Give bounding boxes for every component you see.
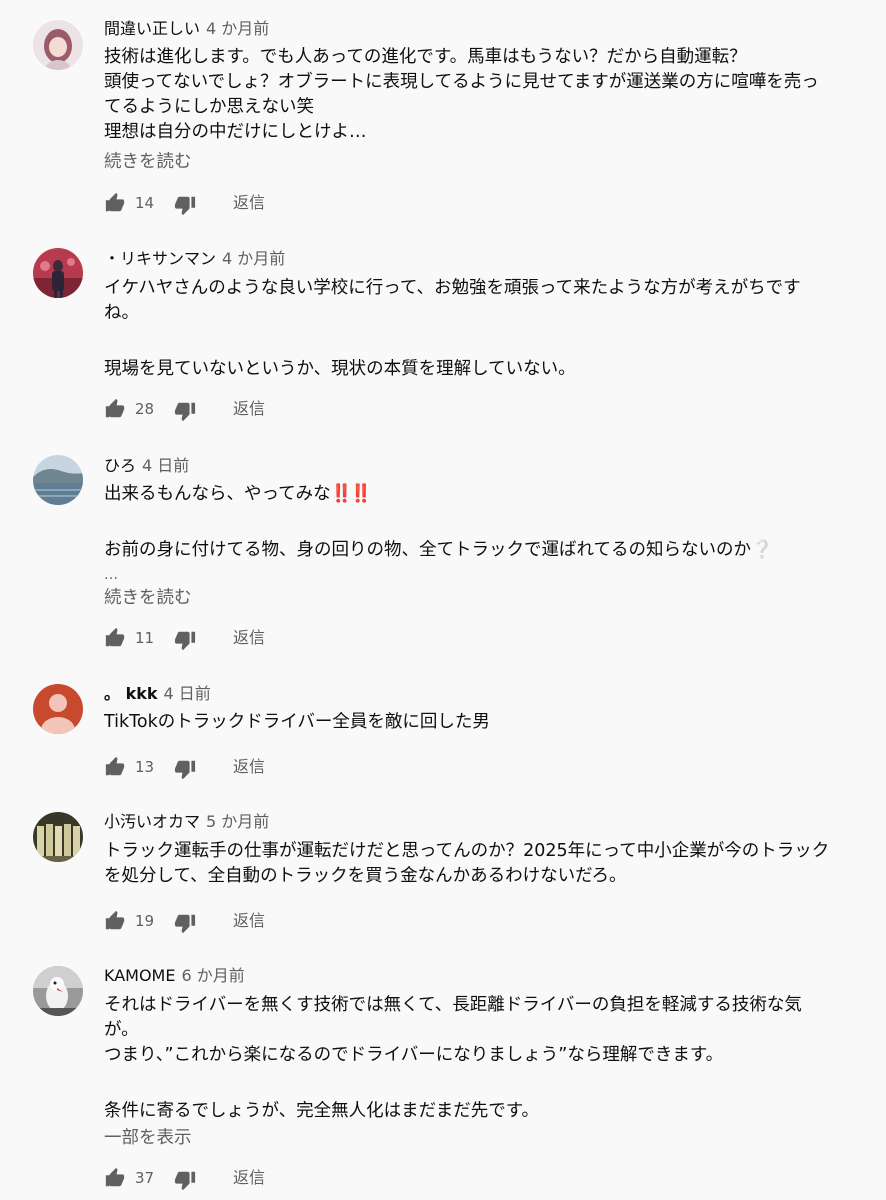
bottles-photo-avatar-image — [33, 812, 83, 862]
comment-line: ね。 — [104, 303, 139, 323]
double-exclamation-emoji: ‼️‼️ — [330, 484, 373, 504]
thumb-down-icon[interactable] — [174, 1169, 196, 1191]
comment-actions: 11 返信 — [104, 627, 404, 651]
read-more-link[interactable]: 続きを読む — [104, 150, 192, 174]
reply-button[interactable]: 返信 — [233, 399, 265, 419]
avatar[interactable] — [33, 20, 83, 70]
seascape-avatar-image — [33, 455, 83, 505]
comment-text: イケハヤさんのような良い学校に行って、お勉強を頑張って来たような方が考えがちです… — [104, 276, 864, 382]
avatar[interactable] — [33, 812, 83, 862]
comment-text: トラック運転手の仕事が運転だけだと思ってんのか？2025年にって中小企業が今のト… — [104, 839, 864, 889]
avatar[interactable] — [33, 966, 83, 1016]
comment-time[interactable]: 4 か月前 — [222, 249, 285, 268]
reply-button[interactable]: 返信 — [233, 193, 265, 213]
author-name[interactable]: 。 kkk — [104, 684, 158, 703]
comment-actions: 28 返信 — [104, 398, 404, 422]
thumb-up-icon[interactable] — [104, 192, 126, 214]
avatar[interactable] — [33, 684, 83, 734]
comment-text: 出来るもんなら、やってみな‼️‼️ お前の身に付けてる物、身の回りの物、全てトラ… — [104, 482, 864, 587]
comment-line — [104, 332, 864, 357]
thumb-up-icon[interactable] — [104, 756, 126, 778]
comment-header: KAMOME 6 か月前 — [104, 966, 245, 986]
reply-button[interactable]: 返信 — [233, 911, 265, 931]
like-count: 11 — [135, 629, 155, 647]
comment-line-text: 出来るもんなら、やってみな — [104, 484, 331, 504]
comment-line: 頭使ってないでしょ？オブラートに表現してるように見せてますが運送業の方に喧嘩を売… — [104, 72, 819, 92]
read-more-link[interactable]: 続きを読む — [104, 586, 192, 610]
author-name[interactable]: ひろ — [104, 456, 136, 475]
comment-line: イケハヤさんのような良い学校に行って、お勉強を頑張って来たような方が考えがちです — [104, 278, 801, 298]
like-count: 37 — [135, 1169, 155, 1187]
reply-button[interactable]: 返信 — [233, 628, 265, 648]
thumb-down-icon[interactable] — [174, 912, 196, 934]
comment-line-text: お前の身に付けてる物、身の回りの物、全てトラックで運ばれてるの知らないのか — [104, 540, 751, 560]
comment-actions: 19 返信 — [104, 910, 404, 934]
comment-line — [104, 1074, 864, 1099]
thumb-down-icon[interactable] — [174, 758, 196, 780]
comment-header: ・リキサンマン 4 か月前 — [104, 249, 285, 269]
comment-header: 間違い正しい 4 か月前 — [104, 19, 269, 39]
comment-line: てるようにしか思えない笑 — [104, 97, 314, 117]
thumb-down-icon[interactable] — [174, 194, 196, 216]
reply-button[interactable]: 返信 — [233, 757, 265, 777]
comment-text: TikTokのトラックドライバー全員を敵に回した男 — [104, 710, 864, 735]
comment-line: を処分して、全自動のトラックを買う金なんかあるわけないだろ。 — [104, 866, 627, 886]
avatar[interactable] — [33, 248, 83, 298]
like-count: 13 — [135, 758, 155, 776]
like-count: 28 — [135, 400, 155, 418]
thumb-up-icon[interactable] — [104, 910, 126, 932]
comment-line: 技術は進化します。でも人あっての進化です。馬車はもうない？だから自動運転？ — [104, 47, 747, 67]
comment-header: ひろ 4 日前 — [104, 456, 189, 476]
comment-actions: 37 返信 — [104, 1167, 404, 1191]
person-photo-avatar-image — [33, 248, 83, 298]
default-person-avatar-icon — [33, 684, 83, 734]
comment-line: TikTokのトラックドライバー全員を敵に回した男 — [104, 712, 490, 732]
thumb-down-icon[interactable] — [174, 629, 196, 651]
show-less-link[interactable]: 一部を表示 — [104, 1126, 192, 1150]
like-count: 19 — [135, 912, 155, 930]
comment-text: 技術は進化します。でも人あっての進化です。馬車はもうない？だから自動運転？ 頭使… — [104, 45, 864, 145]
thumb-up-icon[interactable] — [104, 627, 126, 649]
comment-text: それはドライバーを無くす技術では無くて、長距離ドライバーの負担を軽減する技術な気… — [104, 993, 864, 1124]
author-name[interactable]: ・リキサンマン — [104, 249, 216, 268]
comment-line-empty — [104, 507, 864, 538]
comment-line: 出来るもんなら、やってみな‼️‼️ — [104, 482, 864, 507]
comment-time[interactable]: 5 か月前 — [206, 812, 269, 831]
comment-time[interactable]: 4 日前 — [142, 456, 189, 475]
comment-actions: 13 返信 — [104, 756, 404, 780]
comment-header: 小汚いオカマ 5 か月前 — [104, 812, 269, 832]
reply-button[interactable]: 返信 — [233, 1168, 265, 1188]
author-name[interactable]: KAMOME — [104, 966, 175, 985]
comment-line: お前の身に付けてる物、身の回りの物、全てトラックで運ばれてるの知らないのか❔ — [104, 538, 864, 563]
comment-line: トラック運転手の仕事が運転だけだと思ってんのか？2025年にって中小企業が今のト… — [104, 841, 830, 861]
comment-line: が。 — [104, 1020, 139, 1040]
comment-line: 条件に寄るでしょうが、完全無人化はまだまだ先です。 — [104, 1101, 540, 1121]
comment-line: それはドライバーを無くす技術では無くて、長距離ドライバーの負担を軽減する技術な気 — [104, 995, 802, 1015]
author-name[interactable]: 小汚いオカマ — [104, 812, 200, 831]
author-name[interactable]: 間違い正しい — [104, 19, 200, 38]
thumb-up-icon[interactable] — [104, 398, 126, 420]
question-mark-emoji: ❔ — [750, 540, 773, 560]
thumb-down-icon[interactable] — [174, 400, 196, 422]
comment-line: 現場を見ていないというか、現状の本質を理解していない。 — [104, 359, 576, 379]
avatar[interactable] — [33, 455, 83, 505]
seagull-photo-avatar-image — [33, 966, 83, 1016]
comment-line: つまり、”これから楽になるのでドライバーになりましょう”なら理解できます。 — [104, 1045, 724, 1065]
comment-actions: 14 返信 — [104, 192, 404, 216]
comment-header: 。 kkk 4 日前 — [104, 684, 211, 704]
thumb-up-icon[interactable] — [104, 1167, 126, 1189]
comment-time[interactable]: 4 日前 — [164, 684, 211, 703]
comment-ellipsis: … — [104, 567, 118, 583]
like-count: 14 — [135, 194, 155, 212]
comment-time[interactable]: 6 か月前 — [181, 966, 244, 985]
comment-time[interactable]: 4 か月前 — [206, 19, 269, 38]
comment-line: 理想は自分の中だけにしとけよ… — [104, 122, 367, 142]
anime-girl-avatar-image — [33, 20, 83, 70]
